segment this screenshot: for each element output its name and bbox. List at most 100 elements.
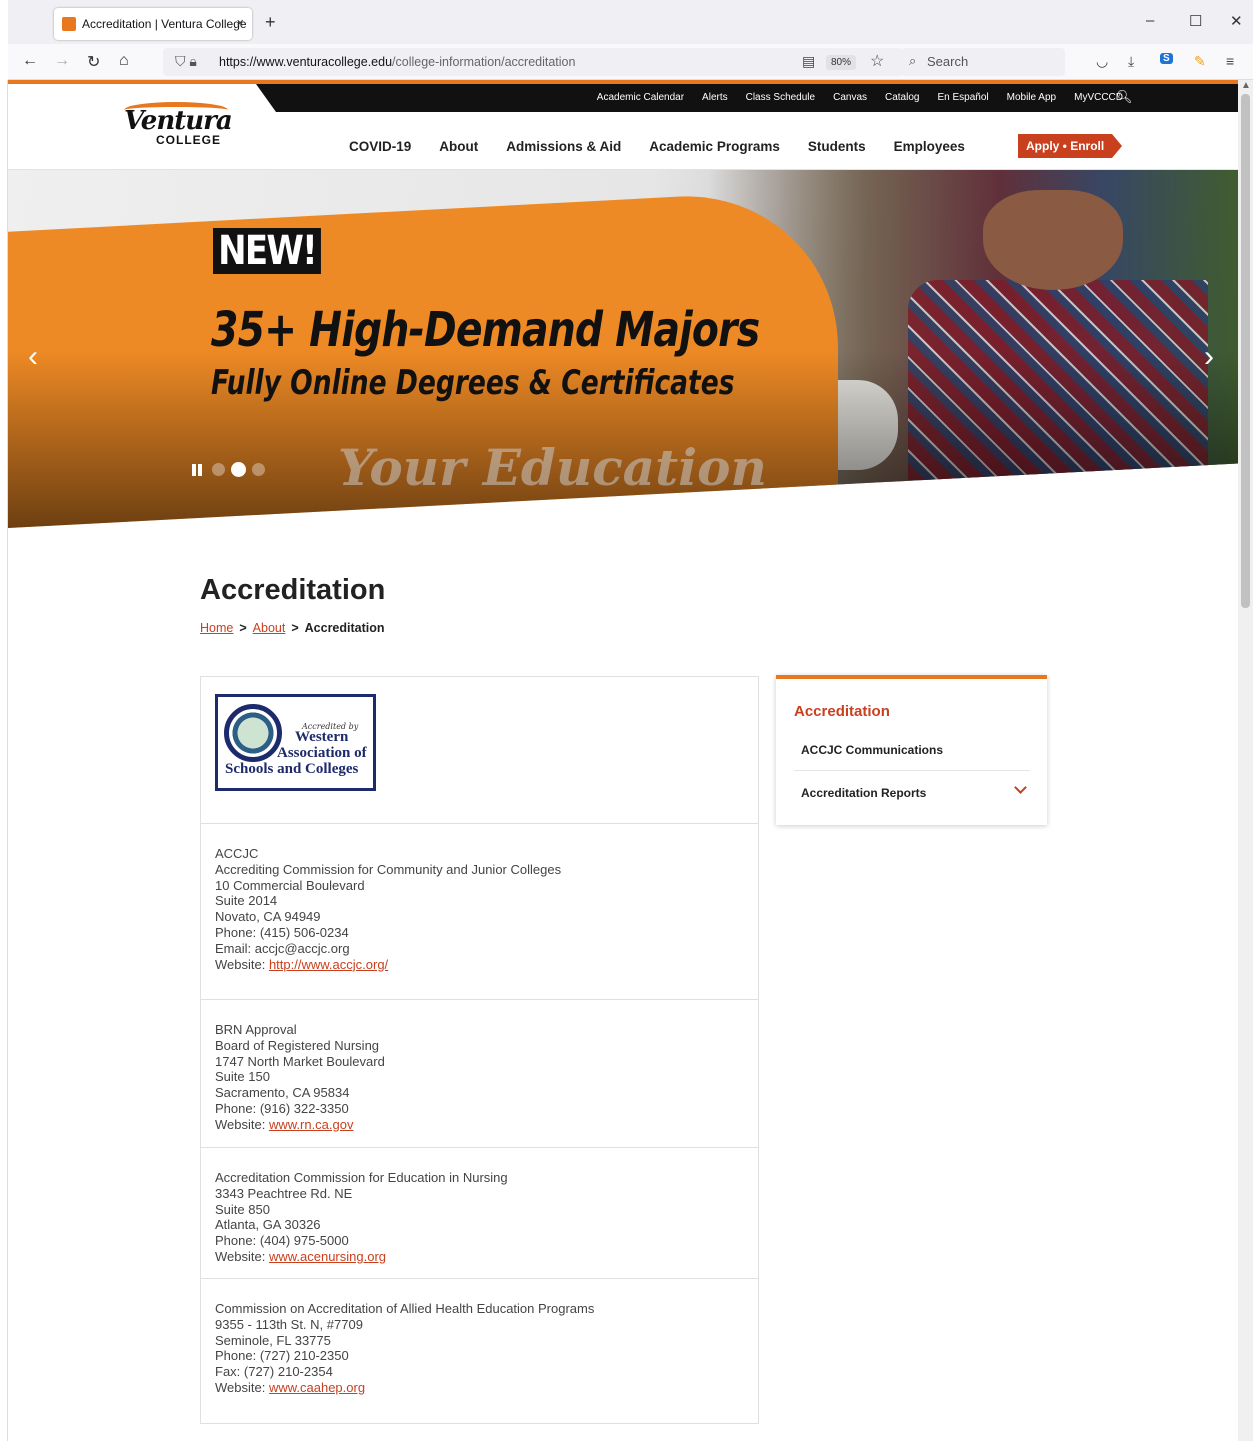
menu-icon[interactable]: ≡ [1226, 53, 1234, 69]
breadcrumb-home[interactable]: Home [200, 621, 233, 635]
card-line: Fax: (727) 210-2354 [215, 1364, 333, 1380]
maximize-window-button[interactable]: ☐ [1189, 12, 1202, 30]
nav-covid-19[interactable]: COVID-19 [349, 139, 411, 154]
breadcrumb-separator: > [239, 621, 247, 635]
new-tab-button[interactable]: + [265, 12, 276, 33]
nav-academic-programs[interactable]: Academic Programs [649, 139, 780, 154]
page-scrollbar[interactable]: ▲ [1238, 80, 1253, 1441]
util-link-canvas[interactable]: Canvas [833, 92, 867, 103]
nav-admissions-aid[interactable]: Admissions & Aid [506, 139, 621, 154]
util-link-en-espanol[interactable]: En Español [937, 92, 988, 103]
carousel-indicators [192, 462, 265, 477]
forward-arrow-icon[interactable]: → [54, 52, 70, 70]
section-sidebar: Accreditation ACCJC Communications Accre… [776, 675, 1047, 825]
tab-close-icon[interactable]: × [236, 15, 244, 30]
util-link-catalog[interactable]: Catalog [885, 92, 919, 103]
bookmark-star-icon[interactable]: ☆ [870, 51, 884, 71]
card-line: Novato, CA 94949 [215, 909, 321, 925]
ventura-college-logo[interactable]: Ventura COLLEGE [118, 100, 233, 152]
browser-toolbar: ← → ↻ ⌂ ⛉ 🔒︎ https://www.venturacollege.… [8, 44, 1253, 80]
card-line: 1747 North Market Boulevard [215, 1053, 385, 1069]
website-link[interactable]: http://www.accjc.org/ [269, 957, 388, 972]
website-link[interactable]: www.caahep.org [269, 1380, 365, 1395]
accjc-card: ACCJC Accrediting Commission for Communi… [201, 824, 758, 1000]
card-website-line: Website: www.acenursing.org [215, 1249, 744, 1265]
card-line: Phone: (415) 506-0234 [215, 924, 349, 940]
utility-links: Academic Calendar Alerts Class Schedule … [597, 92, 1123, 103]
util-link-academic-calendar[interactable]: Academic Calendar [597, 92, 684, 103]
card-line: Accreditation Commission for Education i… [215, 1170, 508, 1185]
card-website-line: Website: www.caahep.org [215, 1380, 744, 1396]
extension-s-icon[interactable]: S [1160, 53, 1173, 64]
util-link-alerts[interactable]: Alerts [702, 92, 728, 103]
search-icon: ⌕ [909, 53, 917, 68]
card-line: Board of Registered Nursing [215, 1037, 380, 1053]
util-link-mobile-app[interactable]: Mobile App [1007, 92, 1056, 103]
card-line: 9355 - 113th St. N, #7709 [215, 1316, 363, 1332]
sidebar-title[interactable]: Accreditation [794, 703, 890, 720]
scroll-up-icon[interactable]: ▲ [1241, 80, 1251, 91]
card-line: Phone: (404) 975-5000 [215, 1233, 349, 1249]
hero-headline: 35+ High-Demand Majors [211, 302, 760, 358]
url-path: /college-information/accreditation [392, 55, 576, 69]
scrollbar-thumb[interactable] [1241, 94, 1250, 608]
wasc-line1: Western [295, 729, 349, 745]
nav-employees[interactable]: Employees [894, 139, 965, 154]
chevron-down-icon[interactable] [1014, 781, 1027, 794]
extension-icon[interactable]: ✎ [1194, 53, 1206, 70]
breadcrumb-about[interactable]: About [253, 621, 286, 635]
wasc-line3: Schools and Colleges [225, 761, 359, 777]
logo-college: COLLEGE [156, 133, 222, 147]
nav-students[interactable]: Students [808, 139, 866, 154]
close-window-button[interactable]: ✕ [1230, 12, 1243, 30]
nav-about[interactable]: About [439, 139, 478, 154]
card-line: Phone: (916) 322-3350 [215, 1100, 349, 1116]
breadcrumb-separator: > [291, 621, 299, 635]
browser-tab-bar: Accreditation | Ventura College × + – ☐ … [0, 0, 1253, 44]
sidebar-item-accjc-communications[interactable]: ACCJC Communications [801, 743, 943, 757]
card-line: Commission on Accreditation of Allied He… [215, 1301, 595, 1316]
carousel-pause-icon[interactable] [192, 463, 202, 476]
address-bar[interactable]: ⛉ 🔒︎ https://www.venturacollege.edu/coll… [163, 48, 903, 76]
utility-bar: Academic Calendar Alerts Class Schedule … [256, 84, 1238, 112]
carousel-dot[interactable] [252, 463, 265, 476]
website-link[interactable]: www.rn.ca.gov [269, 1117, 354, 1132]
header-accent-line [8, 80, 1238, 84]
download-icon[interactable]: ⤓ [1128, 53, 1134, 70]
website-label: Website: [215, 1379, 269, 1395]
hero-subheadline: Fully Online Degrees & Certificates [211, 363, 735, 403]
wasc-logo-card: Accredited by Western Association of Sch… [201, 677, 758, 824]
sidebar-divider [794, 770, 1030, 771]
carousel-next-icon[interactable]: › [1204, 340, 1214, 374]
card-line: ACCJC [215, 846, 259, 861]
acen-card: Accreditation Commission for Education i… [201, 1148, 758, 1279]
brn-card: BRN Approval Board of Registered Nursing… [201, 1000, 758, 1148]
website-link[interactable]: www.acenursing.org [269, 1249, 386, 1264]
reload-icon[interactable]: ↻ [87, 52, 100, 72]
reader-view-icon[interactable]: ▤ [802, 53, 815, 70]
home-icon[interactable]: ⌂ [119, 52, 129, 70]
url-host: https://www.venturacollege.edu [219, 55, 393, 69]
card-line: Phone: (727) 210-2350 [215, 1348, 349, 1364]
util-link-class-schedule[interactable]: Class Schedule [746, 92, 815, 103]
back-arrow-icon[interactable]: ← [22, 52, 38, 70]
sidebar-item-accreditation-reports[interactable]: Accreditation Reports [801, 786, 926, 800]
site-search-icon[interactable]: 🔍︎ [1116, 89, 1133, 105]
minimize-window-button[interactable]: – [1146, 12, 1154, 29]
browser-tab[interactable]: Accreditation | Ventura College × [54, 8, 252, 40]
site-favicon-icon [62, 17, 76, 31]
shield-lock-icon: ⛉ 🔒︎ [175, 53, 197, 69]
website-label: Website: [215, 956, 269, 972]
carousel-dot-active[interactable] [231, 462, 246, 477]
browser-search-input[interactable]: ⌕ Search [901, 48, 1065, 76]
card-line: Sacramento, CA 95834 [215, 1085, 350, 1101]
search-placeholder: Search [927, 54, 969, 69]
apply-enroll-button[interactable]: Apply • Enroll [1018, 134, 1123, 158]
carousel-prev-icon[interactable]: ‹ [28, 340, 38, 374]
zoom-level[interactable]: 80% [826, 55, 857, 70]
pocket-icon[interactable]: ◡ [1096, 53, 1108, 70]
carousel-dot[interactable] [212, 463, 225, 476]
wasc-seal-icon [224, 704, 282, 762]
card-line: Email: accjc@accjc.org [215, 940, 350, 956]
card-line: BRN Approval [215, 1022, 297, 1037]
